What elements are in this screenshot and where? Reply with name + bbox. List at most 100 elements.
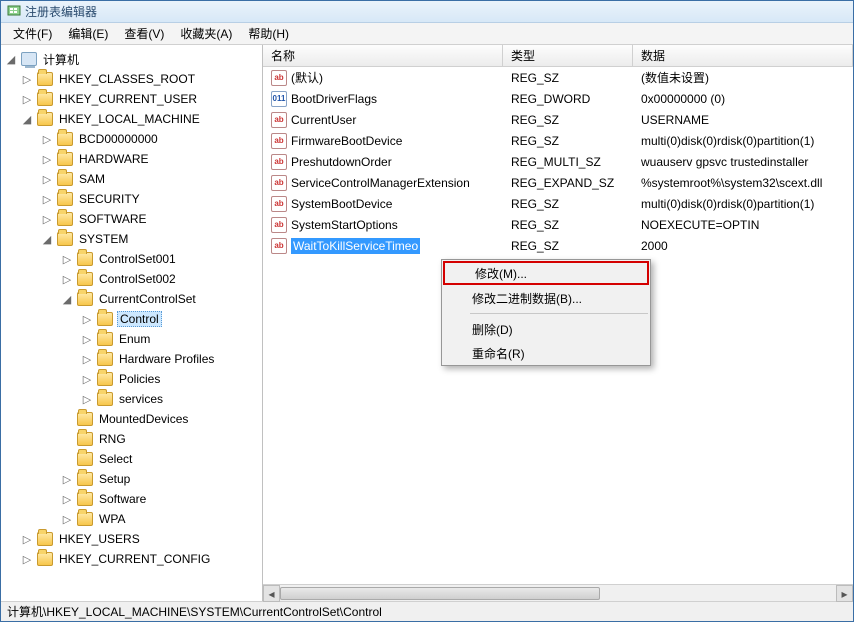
- value-type: REG_SZ: [503, 71, 633, 85]
- value-type: REG_SZ: [503, 239, 633, 253]
- tree-node-hklm[interactable]: ◢ HKEY_LOCAL_MACHINE: [1, 109, 262, 129]
- expand-icon[interactable]: ▷: [21, 73, 33, 86]
- scroll-right-icon[interactable]: ▸: [836, 585, 853, 602]
- tree-node[interactable]: ▷HARDWARE: [1, 149, 262, 169]
- tree-node-ccs[interactable]: ◢CurrentControlSet: [1, 289, 262, 309]
- value-row[interactable]: abServiceControlManagerExtensionREG_EXPA…: [263, 172, 853, 193]
- value-row[interactable]: ab(默认)REG_SZ(数值未设置): [263, 67, 853, 88]
- expand-icon[interactable]: ▷: [41, 133, 53, 146]
- expand-icon[interactable]: ▷: [41, 153, 53, 166]
- tree-node-control[interactable]: ▷ Control: [1, 309, 262, 329]
- menu-edit[interactable]: 编辑(E): [60, 23, 116, 44]
- registry-tree[interactable]: ◢ 计算机 ▷ HKEY_CLASSES_ROOT ▷ HKEY_CURRENT…: [1, 45, 263, 601]
- expand-icon[interactable]: ▷: [41, 193, 53, 206]
- tree-label: HKEY_USERS: [57, 532, 142, 546]
- tree-node-computer[interactable]: ◢ 计算机: [1, 49, 262, 69]
- folder-icon: [57, 212, 73, 226]
- tree-node[interactable]: ▷ WPA: [1, 509, 262, 529]
- expand-icon[interactable]: ▷: [61, 273, 73, 286]
- collapse-icon[interactable]: ◢: [41, 233, 53, 246]
- tree-node[interactable]: ▷Software: [1, 489, 262, 509]
- tree-node[interactable]: ▷Policies: [1, 369, 262, 389]
- tree-label: WPA: [97, 512, 127, 526]
- context-menu-modify[interactable]: 修改(M)...: [443, 261, 649, 285]
- tree-node[interactable]: ▷ControlSet001: [1, 249, 262, 269]
- value-row[interactable]: abFirmwareBootDeviceREG_SZmulti(0)disk(0…: [263, 130, 853, 151]
- value-name: BootDriverFlags: [291, 92, 377, 106]
- expand-icon[interactable]: ▷: [81, 373, 93, 386]
- tree-node[interactable]: ▷SECURITY: [1, 189, 262, 209]
- computer-icon: [21, 52, 37, 66]
- tree-label: Enum: [117, 332, 152, 346]
- tree-node[interactable]: Select: [1, 449, 262, 469]
- expand-icon[interactable]: ▷: [41, 173, 53, 186]
- folder-icon: [37, 532, 53, 546]
- tree-node-hkcc[interactable]: ▷ HKEY_CURRENT_CONFIG: [1, 549, 262, 569]
- folder-icon: [37, 72, 53, 86]
- expand-icon[interactable]: ▷: [21, 93, 33, 106]
- expand-icon[interactable]: ▷: [21, 533, 33, 546]
- folder-icon: [77, 292, 93, 306]
- tree-node[interactable]: RNG: [1, 429, 262, 449]
- menu-help[interactable]: 帮助(H): [240, 23, 297, 44]
- column-name[interactable]: 名称: [263, 45, 503, 66]
- tree-node[interactable]: ▷Setup: [1, 469, 262, 489]
- folder-icon: [57, 172, 73, 186]
- context-menu-modify-binary[interactable]: 修改二进制数据(B)...: [442, 286, 650, 310]
- tree-label: HKEY_CLASSES_ROOT: [57, 72, 197, 86]
- tree-label: Control: [117, 311, 162, 327]
- expand-icon[interactable]: ▷: [41, 213, 53, 226]
- tree-node[interactable]: ▷SOFTWARE: [1, 209, 262, 229]
- value-row[interactable]: abWaitToKillServiceTimeoREG_SZ2000: [263, 235, 853, 256]
- expand-icon[interactable]: ▷: [81, 333, 93, 346]
- tree-node[interactable]: MountedDevices: [1, 409, 262, 429]
- collapse-icon[interactable]: ◢: [61, 293, 73, 306]
- string-value-icon: ab: [271, 112, 287, 128]
- tree-node-system[interactable]: ◢SYSTEM: [1, 229, 262, 249]
- scroll-left-icon[interactable]: ◂: [263, 585, 280, 602]
- tree-label: HKEY_LOCAL_MACHINE: [57, 112, 202, 126]
- folder-icon: [77, 492, 93, 506]
- folder-icon: [57, 132, 73, 146]
- menu-view[interactable]: 查看(V): [116, 23, 172, 44]
- menu-favorites[interactable]: 收藏夹(A): [172, 23, 240, 44]
- tree-label: services: [117, 392, 165, 406]
- tree-node[interactable]: ▷ Enum: [1, 329, 262, 349]
- tree-node-hku[interactable]: ▷ HKEY_USERS: [1, 529, 262, 549]
- value-row[interactable]: abSystemStartOptionsREG_SZ NOEXECUTE=OPT…: [263, 214, 853, 235]
- expand-icon[interactable]: ▷: [81, 393, 93, 406]
- expand-icon[interactable]: ▷: [61, 473, 73, 486]
- expand-icon[interactable]: ▷: [81, 353, 93, 366]
- expand-icon[interactable]: ▷: [81, 313, 93, 326]
- column-type[interactable]: 类型: [503, 45, 633, 66]
- tree-node[interactable]: ▷SAM: [1, 169, 262, 189]
- value-row[interactable]: abCurrentUserREG_SZUSERNAME: [263, 109, 853, 130]
- menu-file[interactable]: 文件(F): [5, 23, 60, 44]
- string-value-icon: ab: [271, 70, 287, 86]
- tree-node[interactable]: ▷ services: [1, 389, 262, 409]
- scroll-thumb[interactable]: [280, 587, 600, 600]
- folder-icon: [97, 332, 113, 346]
- column-data[interactable]: 数据: [633, 45, 853, 66]
- context-menu-delete[interactable]: 删除(D): [442, 317, 650, 341]
- horizontal-scrollbar[interactable]: ◂ ▸: [263, 584, 853, 601]
- tree-node[interactable]: ▷BCD00000000: [1, 129, 262, 149]
- value-row[interactable]: abSystemBootDeviceREG_SZmulti(0)disk(0)r…: [263, 193, 853, 214]
- context-menu-rename[interactable]: 重命名(R): [442, 341, 650, 365]
- collapse-icon[interactable]: ◢: [5, 53, 17, 66]
- expand-icon[interactable]: ▷: [61, 253, 73, 266]
- folder-icon: [77, 252, 93, 266]
- folder-icon: [37, 552, 53, 566]
- value-row[interactable]: 011BootDriverFlagsREG_DWORD0x00000000 (0…: [263, 88, 853, 109]
- tree-node-hkcr[interactable]: ▷ HKEY_CLASSES_ROOT: [1, 69, 262, 89]
- tree-label: ControlSet002: [97, 272, 178, 286]
- tree-node[interactable]: ▷ ControlSet002: [1, 269, 262, 289]
- menu-bar: 文件(F) 编辑(E) 查看(V) 收藏夹(A) 帮助(H): [1, 23, 853, 45]
- tree-node-hkcu[interactable]: ▷ HKEY_CURRENT_USER: [1, 89, 262, 109]
- collapse-icon[interactable]: ◢: [21, 113, 33, 126]
- expand-icon[interactable]: ▷: [61, 513, 73, 526]
- tree-node[interactable]: ▷Hardware Profiles: [1, 349, 262, 369]
- value-row[interactable]: abPreshutdownOrderREG_MULTI_SZwuauserv g…: [263, 151, 853, 172]
- expand-icon[interactable]: ▷: [61, 493, 73, 506]
- expand-icon[interactable]: ▷: [21, 553, 33, 566]
